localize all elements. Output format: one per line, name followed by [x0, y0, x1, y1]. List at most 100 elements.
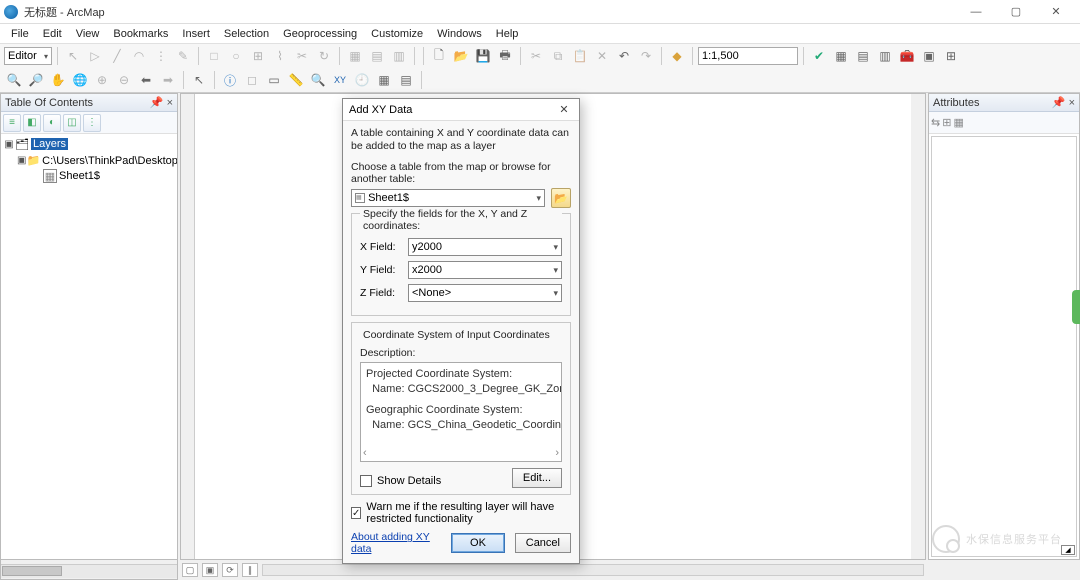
select-features-icon[interactable]: ↖: [189, 70, 209, 90]
delete-icon[interactable]: ✕: [592, 46, 612, 66]
menu-insert[interactable]: Insert: [175, 26, 217, 42]
print-icon[interactable]: 🖶: [495, 46, 515, 66]
folder-node[interactable]: C:\Users\ThinkPad\Desktop\图: [42, 152, 177, 168]
redo-icon[interactable]: ↷: [636, 46, 656, 66]
rect-tool-icon[interactable]: □: [204, 46, 224, 66]
options-icon[interactable]: ⋮: [83, 114, 101, 132]
html-popup-icon[interactable]: ▤: [396, 70, 416, 90]
zoom-in-icon[interactable]: 🔍: [4, 70, 24, 90]
z-field-combo[interactable]: <None>: [408, 284, 562, 302]
menu-help[interactable]: Help: [489, 26, 526, 42]
paste-icon[interactable]: 📋: [570, 46, 590, 66]
trace-tool-icon[interactable]: ✎: [173, 46, 193, 66]
vertical-scrollbar[interactable]: [911, 94, 925, 545]
menu-file[interactable]: File: [4, 26, 36, 42]
y-field-combo[interactable]: x2000: [408, 261, 562, 279]
ok-button[interactable]: OK: [451, 533, 504, 553]
search-window-icon[interactable]: ▥: [875, 46, 895, 66]
toc-icon[interactable]: ▦: [831, 46, 851, 66]
circle-tool-icon[interactable]: ○: [226, 46, 246, 66]
python-icon[interactable]: ▣: [919, 46, 939, 66]
menu-geoprocessing[interactable]: Geoprocessing: [276, 26, 364, 42]
line-tool-icon[interactable]: ╱: [107, 46, 127, 66]
add-data-icon[interactable]: ◆: [667, 46, 687, 66]
close-button[interactable]: ✕: [1036, 0, 1076, 24]
undo-icon[interactable]: ↶: [614, 46, 634, 66]
sketch-props-icon[interactable]: ▤: [367, 46, 387, 66]
editor-dropdown[interactable]: Editor: [4, 47, 52, 65]
fixed-zoom-out-icon[interactable]: ⊖: [114, 70, 134, 90]
edit-vertices-icon[interactable]: ▷: [85, 46, 105, 66]
attributes-icon[interactable]: ▦: [345, 46, 365, 66]
cut-tool-icon[interactable]: ⊞: [248, 46, 268, 66]
new-doc-icon[interactable]: 🗋: [429, 46, 449, 66]
edit-cs-button[interactable]: Edit...: [512, 468, 562, 488]
save-doc-icon[interactable]: 💾: [473, 46, 493, 66]
resize-handle-icon[interactable]: ◢: [1061, 545, 1075, 555]
list-by-drawing-icon[interactable]: ≡: [3, 114, 21, 132]
xy-icon[interactable]: XY: [330, 70, 350, 90]
maximize-button[interactable]: ▢: [996, 0, 1036, 24]
table-combo[interactable]: ▦ Sheet1$: [351, 189, 545, 207]
list-by-visibility-icon[interactable]: ◐: [43, 114, 61, 132]
model-builder-icon[interactable]: ⊞: [941, 46, 961, 66]
full-extent-icon[interactable]: 🌐: [70, 70, 90, 90]
about-link[interactable]: About adding XY data: [351, 531, 431, 555]
pin-icon[interactable]: 📌 ×: [150, 96, 173, 109]
zoom-out-icon[interactable]: 🔎: [26, 70, 46, 90]
layers-root[interactable]: Layers: [31, 138, 68, 150]
find-icon[interactable]: 🔍: [308, 70, 328, 90]
side-tab[interactable]: [1072, 290, 1080, 324]
show-details-checkbox[interactable]: [360, 475, 372, 487]
pause-button[interactable]: ∥: [242, 563, 258, 577]
attr-tool-1-icon[interactable]: ⇆: [931, 116, 940, 129]
desc-hscroll[interactable]: ‹›: [363, 447, 559, 459]
minimize-button[interactable]: —: [956, 0, 996, 24]
refresh-button[interactable]: ⟳: [222, 563, 238, 577]
identify-icon[interactable]: ⓘ: [220, 70, 240, 90]
menu-bookmarks[interactable]: Bookmarks: [106, 26, 175, 42]
viewer-icon[interactable]: ▦: [374, 70, 394, 90]
menu-view[interactable]: View: [69, 26, 107, 42]
fixed-zoom-in-icon[interactable]: ⊕: [92, 70, 112, 90]
attr-tool-3-icon[interactable]: ▦: [953, 116, 963, 129]
list-by-selection-icon[interactable]: ◫: [63, 114, 81, 132]
rotate-tool-icon[interactable]: ↻: [314, 46, 334, 66]
reshape-tool-icon[interactable]: ⌇: [270, 46, 290, 66]
browse-button[interactable]: 📂: [551, 188, 571, 208]
edit-tool-icon[interactable]: ↖: [63, 46, 83, 66]
cancel-button[interactable]: Cancel: [515, 533, 571, 553]
data-view-button[interactable]: ▢: [182, 563, 198, 577]
pan-icon[interactable]: ✋: [48, 70, 68, 90]
menu-customize[interactable]: Customize: [364, 26, 430, 42]
list-by-source-icon[interactable]: ◧: [23, 114, 41, 132]
attr-tool-2-icon[interactable]: ⊞: [942, 116, 951, 129]
split-tool-icon[interactable]: ✂: [292, 46, 312, 66]
toc-hscroll[interactable]: [0, 560, 178, 580]
open-doc-icon[interactable]: 📂: [451, 46, 471, 66]
sheet-node[interactable]: Sheet1$: [59, 170, 100, 182]
cut-icon[interactable]: ✂: [526, 46, 546, 66]
arc-tool-icon[interactable]: ◠: [129, 46, 149, 66]
back-extent-icon[interactable]: ⬅: [136, 70, 156, 90]
layout-view-button[interactable]: ▣: [202, 563, 218, 577]
measure-icon[interactable]: 📏: [286, 70, 306, 90]
clear-selection-icon[interactable]: ◻: [242, 70, 262, 90]
x-field-combo[interactable]: y2000: [408, 238, 562, 256]
arc-toolbox-icon[interactable]: 🧰: [897, 46, 917, 66]
attributes-pin-icon[interactable]: 📌 ×: [1052, 96, 1075, 109]
menu-selection[interactable]: Selection: [217, 26, 276, 42]
scale-combo[interactable]: [698, 47, 798, 65]
editor-toolbar-icon[interactable]: ✔: [809, 46, 829, 66]
time-slider-icon[interactable]: 🕘: [352, 70, 372, 90]
forward-extent-icon[interactable]: ➡: [158, 70, 178, 90]
warn-checkbox[interactable]: ✓: [351, 507, 361, 519]
canvas-hscroll[interactable]: [262, 564, 924, 576]
copy-icon[interactable]: ⧉: [548, 46, 568, 66]
menu-windows[interactable]: Windows: [430, 26, 489, 42]
dialog-close-button[interactable]: ✕: [555, 101, 573, 119]
catalog-icon[interactable]: ▤: [853, 46, 873, 66]
menu-edit[interactable]: Edit: [36, 26, 69, 42]
point-tool-icon[interactable]: ⋮: [151, 46, 171, 66]
select-elements-icon[interactable]: ▭: [264, 70, 284, 90]
